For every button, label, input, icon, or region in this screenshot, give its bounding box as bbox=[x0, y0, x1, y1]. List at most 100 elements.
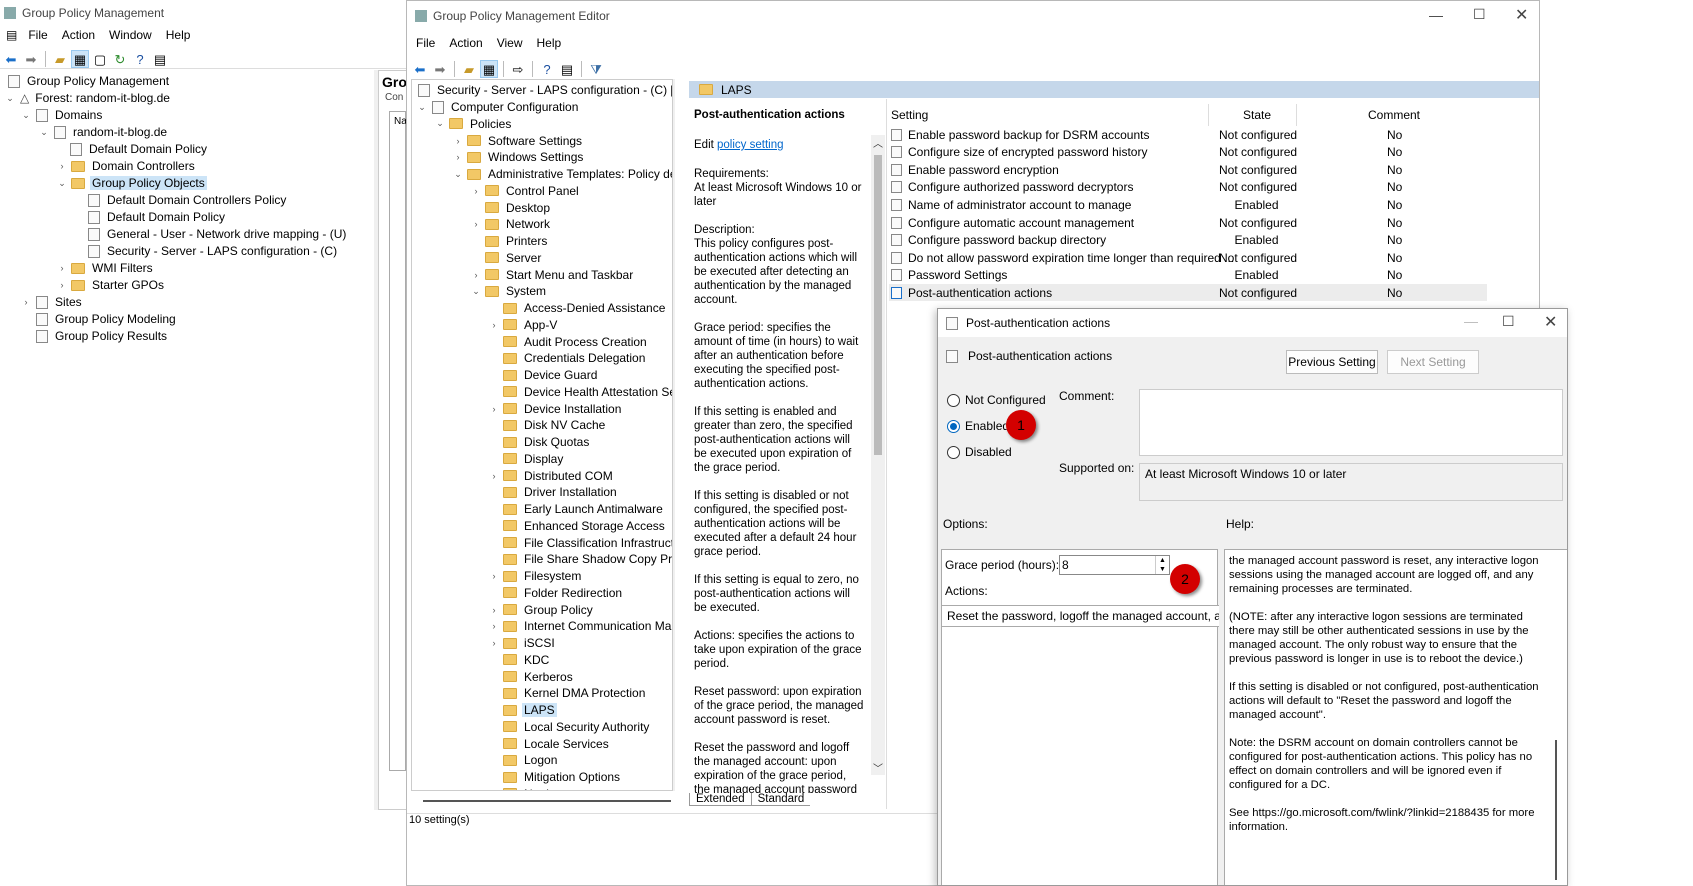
chevron-right-icon[interactable]: › bbox=[452, 136, 464, 146]
tree-item[interactable]: ⌄ System bbox=[470, 282, 548, 300]
tree-item[interactable]: › Start Menu and Taskbar bbox=[470, 266, 635, 284]
menu-action[interactable]: Action bbox=[442, 36, 489, 50]
tree-item[interactable]: › Internet Communication Mana bbox=[488, 617, 673, 635]
tree-item-gpo-dc-policy[interactable]: Default Domain Controllers Policy bbox=[84, 191, 288, 209]
tree-item-modeling[interactable]: Group Policy Modeling bbox=[32, 310, 178, 328]
tree-item[interactable]: › Distributed COM bbox=[488, 467, 615, 485]
radio-not-configured[interactable]: Not Configured bbox=[947, 393, 1046, 408]
scroll-thumb[interactable] bbox=[874, 155, 882, 455]
col-comment[interactable]: Comment bbox=[1368, 108, 1420, 122]
tree-item[interactable]: Local Security Authority bbox=[488, 718, 651, 736]
tree-item[interactable]: › Windows Settings bbox=[452, 148, 585, 166]
view-icon[interactable]: ▤ bbox=[151, 50, 169, 68]
tree-item[interactable]: Locale Services bbox=[488, 735, 611, 753]
table-row[interactable]: Configure password backup directory Enabl… bbox=[889, 232, 1487, 249]
tree-item-domain-controllers[interactable]: › Domain Controllers bbox=[56, 157, 197, 175]
export-icon[interactable]: ⇨ bbox=[509, 60, 527, 78]
tree-item[interactable]: Credentials Delegation bbox=[488, 349, 647, 367]
refresh-icon[interactable]: ↻ bbox=[111, 50, 129, 68]
tree-item[interactable]: › iSCSI bbox=[488, 634, 557, 652]
tree-item-wmi-filters[interactable]: › WMI Filters bbox=[56, 259, 155, 277]
tree-item[interactable]: File Classification Infrastructur bbox=[488, 534, 672, 552]
chevron-down-icon[interactable]: ⌄ bbox=[416, 102, 428, 113]
forward-icon[interactable]: ➡ bbox=[22, 50, 40, 68]
tree-item[interactable]: LAPS bbox=[488, 701, 557, 719]
tree-item[interactable]: Folder Redirection bbox=[488, 584, 624, 602]
chevron-down-icon[interactable]: ⌄ bbox=[4, 93, 16, 104]
table-row[interactable]: Configure automatic account management No… bbox=[889, 214, 1487, 231]
tree-item-gpo-default[interactable]: Default Domain Policy bbox=[84, 208, 227, 226]
chevron-right-icon[interactable]: › bbox=[488, 789, 500, 790]
tree-item[interactable]: Device Health Attestation Serv bbox=[488, 383, 672, 401]
tree-item[interactable]: ⌄ Administrative Templates: Policy defi bbox=[452, 165, 672, 183]
tree-item[interactable]: Mitigation Options bbox=[488, 768, 622, 786]
tree-item[interactable]: Disk NV Cache bbox=[488, 416, 607, 434]
tree-item[interactable]: ›Net Logon bbox=[488, 785, 581, 790]
view-icon[interactable]: ▤ bbox=[558, 60, 576, 78]
editor-titlebar[interactable]: Group Policy Management Editor bbox=[407, 1, 1539, 31]
tree-item[interactable]: › App-V bbox=[488, 316, 559, 334]
help-icon[interactable]: ? bbox=[131, 50, 149, 68]
dialog-maximize-icon[interactable]: ☐ bbox=[1502, 313, 1515, 330]
tree-item[interactable]: Access-Denied Assistance bbox=[488, 299, 667, 317]
table-row[interactable]: Enable password backup for DSRM accounts… bbox=[889, 126, 1487, 143]
tree-item-gpo-root[interactable]: Security - Server - LAPS configuration -… bbox=[414, 81, 672, 99]
table-row[interactable]: Password Settings Enabled No bbox=[889, 267, 1487, 284]
chevron-right-icon[interactable]: › bbox=[488, 404, 500, 414]
properties-icon[interactable]: ▢ bbox=[91, 50, 109, 68]
tree-item-gpo-container[interactable]: ⌄ Group Policy Objects bbox=[56, 174, 207, 192]
back-icon[interactable]: ⬅ bbox=[2, 50, 20, 68]
tree-item[interactable]: Desktop bbox=[470, 199, 552, 217]
close-icon[interactable]: ✕ bbox=[1515, 5, 1528, 25]
col-state[interactable]: State bbox=[1243, 108, 1271, 122]
chevron-right-icon[interactable]: › bbox=[488, 320, 500, 330]
tree-item-gpo-drive-mapping[interactable]: General - User - Network drive mapping -… bbox=[84, 225, 348, 243]
tree-item[interactable]: Display bbox=[488, 450, 565, 468]
minimize-icon[interactable]: — bbox=[1429, 7, 1443, 23]
table-row[interactable]: Post-authentication actions Not configure… bbox=[889, 284, 1487, 302]
tree-item[interactable]: KDC bbox=[488, 651, 551, 669]
table-row[interactable]: Enable password encryption Not configured… bbox=[889, 161, 1487, 178]
tab-extended[interactable]: Extended bbox=[689, 793, 752, 806]
radio-disabled[interactable]: Disabled bbox=[947, 445, 1012, 460]
tree-item[interactable]: Enhanced Storage Access bbox=[488, 517, 667, 535]
tree-item[interactable]: ⌄ Policies bbox=[434, 115, 513, 133]
tree-hscrollbar[interactable] bbox=[423, 800, 671, 802]
grace-period-input[interactable]: 8 bbox=[1059, 555, 1170, 575]
chevron-right-icon[interactable]: › bbox=[56, 280, 68, 290]
chevron-right-icon[interactable]: › bbox=[488, 638, 500, 648]
tab-standard[interactable]: Standard bbox=[751, 793, 811, 806]
back-icon[interactable]: ⬅ bbox=[411, 60, 429, 78]
chevron-right-icon[interactable]: › bbox=[470, 186, 482, 196]
tree-item-gpo-laps[interactable]: Security - Server - LAPS configuration -… bbox=[84, 242, 339, 260]
tree-item[interactable]: Logon bbox=[488, 751, 559, 769]
chevron-right-icon[interactable]: › bbox=[56, 263, 68, 273]
tree-item[interactable]: File Share Shadow Copy Provic bbox=[488, 550, 672, 568]
chevron-right-icon[interactable]: › bbox=[20, 297, 32, 307]
tree-item-results[interactable]: Group Policy Results bbox=[32, 327, 169, 345]
chevron-right-icon[interactable]: › bbox=[488, 471, 500, 481]
tree-item[interactable]: › Control Panel bbox=[470, 182, 581, 200]
up-folder-icon[interactable]: ▰ bbox=[51, 50, 69, 68]
col-setting[interactable]: Setting bbox=[891, 108, 928, 122]
menu-help[interactable]: Help bbox=[159, 28, 198, 42]
tree-item[interactable]: Kerberos bbox=[488, 668, 575, 686]
table-row[interactable]: Configure size of encrypted password his… bbox=[889, 144, 1487, 161]
tree-item[interactable]: Device Guard bbox=[488, 366, 599, 384]
chevron-right-icon[interactable]: › bbox=[488, 621, 500, 631]
table-row[interactable]: Name of administrator account to manage E… bbox=[889, 196, 1487, 213]
tree-item[interactable]: › Software Settings bbox=[452, 132, 584, 150]
chevron-right-icon[interactable]: › bbox=[488, 605, 500, 615]
radio-enabled[interactable]: Enabled bbox=[947, 419, 1009, 434]
edit-policy-link[interactable]: policy setting bbox=[717, 139, 783, 151]
tree-item-gpm-root[interactable]: Group Policy Management bbox=[4, 72, 171, 90]
menu-help[interactable]: Help bbox=[530, 36, 569, 50]
chevron-down-icon[interactable]: ⌄ bbox=[56, 178, 68, 189]
menu-window[interactable]: Window bbox=[102, 28, 159, 42]
tree-item-domain[interactable]: ⌄ random-it-blog.de bbox=[38, 123, 169, 141]
help-icon[interactable]: ? bbox=[538, 60, 556, 78]
tree-item[interactable]: Kernel DMA Protection bbox=[488, 684, 647, 702]
chevron-right-icon[interactable]: › bbox=[470, 270, 482, 280]
table-row[interactable]: Configure authorized password decryptors… bbox=[889, 179, 1487, 196]
up-folder-icon[interactable]: ▰ bbox=[460, 60, 478, 78]
